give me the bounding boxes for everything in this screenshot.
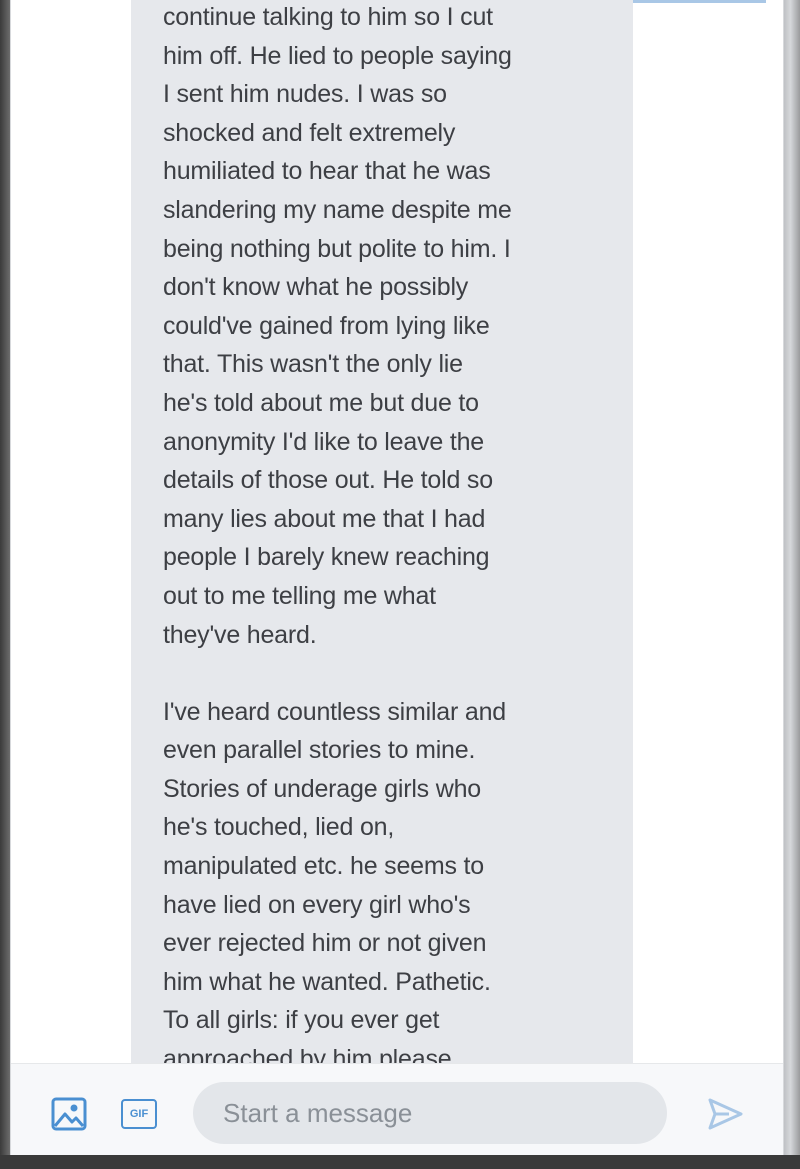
message-composer: GIF: [11, 1063, 783, 1155]
add-gif-button[interactable]: GIF: [119, 1094, 159, 1134]
gif-icon: GIF: [121, 1099, 157, 1129]
message-text: continue talking to him so I cut him off…: [163, 3, 512, 1063]
window-bottom-edge: [0, 1155, 800, 1169]
window-right-edge: [784, 0, 800, 1169]
send-icon: [708, 1098, 743, 1130]
add-image-button[interactable]: [49, 1094, 89, 1134]
dm-window: continue talking to him so I cut him off…: [10, 0, 784, 1155]
message-input[interactable]: [193, 1082, 667, 1144]
message-thread[interactable]: continue talking to him so I cut him off…: [11, 0, 783, 1063]
send-button[interactable]: [705, 1094, 745, 1134]
window-left-edge: [0, 0, 10, 1169]
image-icon: [51, 1097, 87, 1131]
